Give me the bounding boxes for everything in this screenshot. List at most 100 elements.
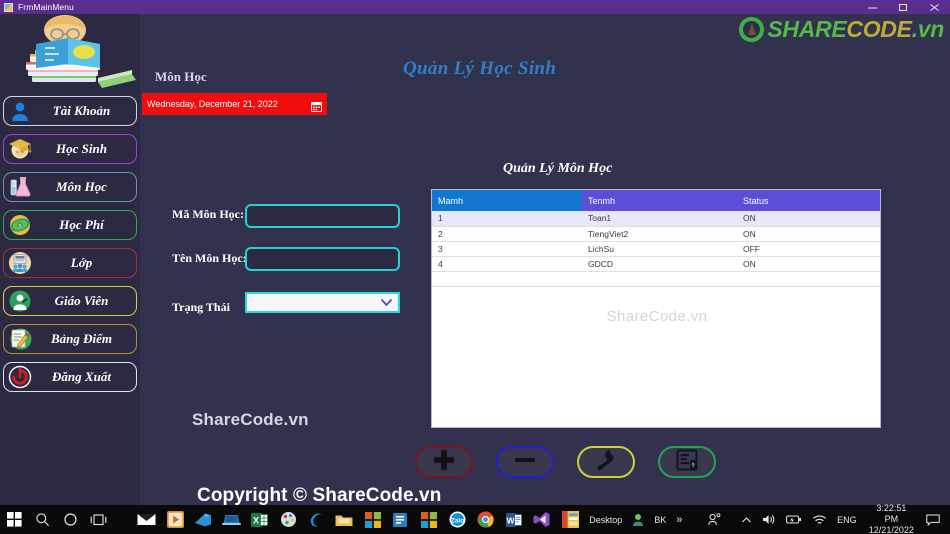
tray-user-label[interactable]: BK [649,505,671,534]
table-row[interactable]: 1 Toan1 ON [432,211,880,227]
wifi-icon[interactable] [807,505,832,534]
sidebar-item-tai-khoan[interactable]: Tài Khoản [3,96,137,126]
close-button[interactable] [919,0,950,14]
sidebar: Tài Khoản Học Sinh Môn Học $ Học Phí Lớp… [0,14,140,505]
avatar [0,14,140,96]
cell-empty [432,271,582,287]
column-header-mamh[interactable]: Mamh [432,190,582,211]
folder-icon[interactable] [330,505,358,534]
laptop-icon[interactable] [217,505,245,534]
trang-thai-combobox[interactable] [245,292,400,313]
save-button[interactable] [658,446,716,478]
tray-desktop-label[interactable]: Desktop [584,505,627,534]
table-row[interactable]: 4 GDCD ON [432,256,880,272]
minimize-button[interactable] [857,0,888,14]
cell-mamh: 2 [432,226,582,242]
mail-icon[interactable] [133,505,161,534]
calendar-icon [311,99,322,112]
sidebar-item-hoc-sinh[interactable]: Học Sinh [3,134,137,164]
page-title: Quản Lý Học Sinh [403,58,557,79]
clock[interactable]: 3:22:51 PM 12/21/2022 [862,503,921,534]
table-row[interactable]: 3 LichSu OFF [432,241,880,257]
logo-vn-text: .vn [911,15,945,42]
language-indicator[interactable]: ENG [832,505,862,534]
people-icon[interactable] [627,505,649,534]
svg-text:W: W [506,515,515,525]
paint-icon[interactable] [274,505,302,534]
classroom-icon [7,250,33,276]
cell-status: ON [737,211,880,227]
sidebar-item-lop[interactable]: Lớp [3,248,137,278]
excel-icon[interactable]: X [246,505,274,534]
windows-start-icon[interactable] [0,505,28,534]
maximize-button[interactable] [888,0,919,14]
sidebar-item-giao-vien[interactable]: Giáo Viên [3,286,137,316]
svg-text:X: X [253,515,259,525]
media-player-icon[interactable] [161,505,189,534]
sidebar-item-bang-diem[interactable]: Bảng Điểm [3,324,137,354]
watermark-copyright: Copyright © ShareCode.vn [197,485,442,506]
field-row-ten-mon-hoc: Tên Môn Học: [172,251,247,266]
cortana-icon[interactable] [56,505,84,534]
column-header-tenmh[interactable]: Tenmh [582,190,737,211]
column-header-status[interactable]: Status [737,190,880,211]
cell-status: ON [737,226,880,242]
cell-tenmh: Toan1 [582,211,737,227]
sharecode-logo: SHARE CODE .vn [739,14,944,44]
battery-icon[interactable] [781,505,807,534]
sidebar-item-label: Tài Khoản [52,103,111,118]
people-share-icon[interactable] [703,505,726,534]
store-icon[interactable] [359,505,387,534]
add-button[interactable] [415,446,473,478]
office-icon[interactable] [189,505,217,534]
money-icon: $ [7,212,33,238]
app-icon-blue[interactable] [387,505,415,534]
sidebar-item-hoc-phi[interactable]: $ Học Phí [3,210,137,240]
sidebar-item-label: Môn Học [56,179,107,194]
volume-icon[interactable] [757,505,781,534]
ten-mon-hoc-input[interactable] [245,247,400,271]
teacher-icon [7,288,33,314]
grid-watermark: ShareCode.vn [606,308,708,325]
ten-mon-hoc-value [247,249,398,269]
main-panel: Môn Học Quản Lý Học Sinh Wednesday, Dece… [140,14,950,505]
cell-status: OFF [737,241,880,257]
ma-mon-hoc-input[interactable] [245,204,400,228]
graduation-cap-icon [7,136,33,162]
chrome-icon[interactable] [471,505,499,534]
visual-studio-icon[interactable] [528,505,556,534]
sidebar-item-dang-xuat[interactable]: Đăng Xuất [3,362,137,392]
delete-button[interactable] [496,446,554,478]
word-icon[interactable]: W [500,505,528,534]
table-row[interactable]: 2 TiengViet2 ON [432,226,880,242]
edge-legacy-icon[interactable] [302,505,330,534]
tools-icon [593,448,619,477]
data-grid[interactable]: Mamh Tenmh Status 1 Toan1 ON 2 TiengViet… [431,189,881,428]
system-tray: Desktop BK » ENG 3:22:51 PM 12/21/2022 [584,503,950,534]
app-icon [4,2,13,12]
tray-overflow-button[interactable]: » [671,505,687,534]
chevron-down-icon[interactable] [380,297,393,309]
sidebar-item-label: Học Phí [59,217,104,232]
cell-tenmh: GDCD [582,256,737,272]
date-picker[interactable]: Wednesday, December 21, 2022 [142,93,327,115]
cell-empty [737,271,880,287]
sidebar-item-mon-hoc[interactable]: Môn Học [3,172,137,202]
chevron-up-icon[interactable] [736,505,757,534]
minus-icon [513,453,537,472]
title-bar: FrmMainMenu [0,0,950,14]
search-icon[interactable] [28,505,56,534]
trang-thai-label: Trạng Thái [172,300,230,314]
date-picker-value: Wednesday, December 21, 2022 [147,99,278,109]
zalo-icon[interactable]: Zalo [443,505,471,534]
ma-mon-hoc-value [247,206,398,226]
clock-date: 12/21/2022 [868,525,914,534]
task-view-icon[interactable] [85,505,113,534]
notification-icon[interactable] [921,505,950,534]
watermark-left: ShareCode.vn [192,410,309,429]
sticky-note-icon[interactable] [556,505,584,534]
edit-button[interactable] [577,446,635,478]
data-grid-table: Mamh Tenmh Status 1 Toan1 ON 2 TiengViet… [432,190,880,287]
store-tiles-icon[interactable] [415,505,443,534]
table-row-empty[interactable] [432,271,880,287]
